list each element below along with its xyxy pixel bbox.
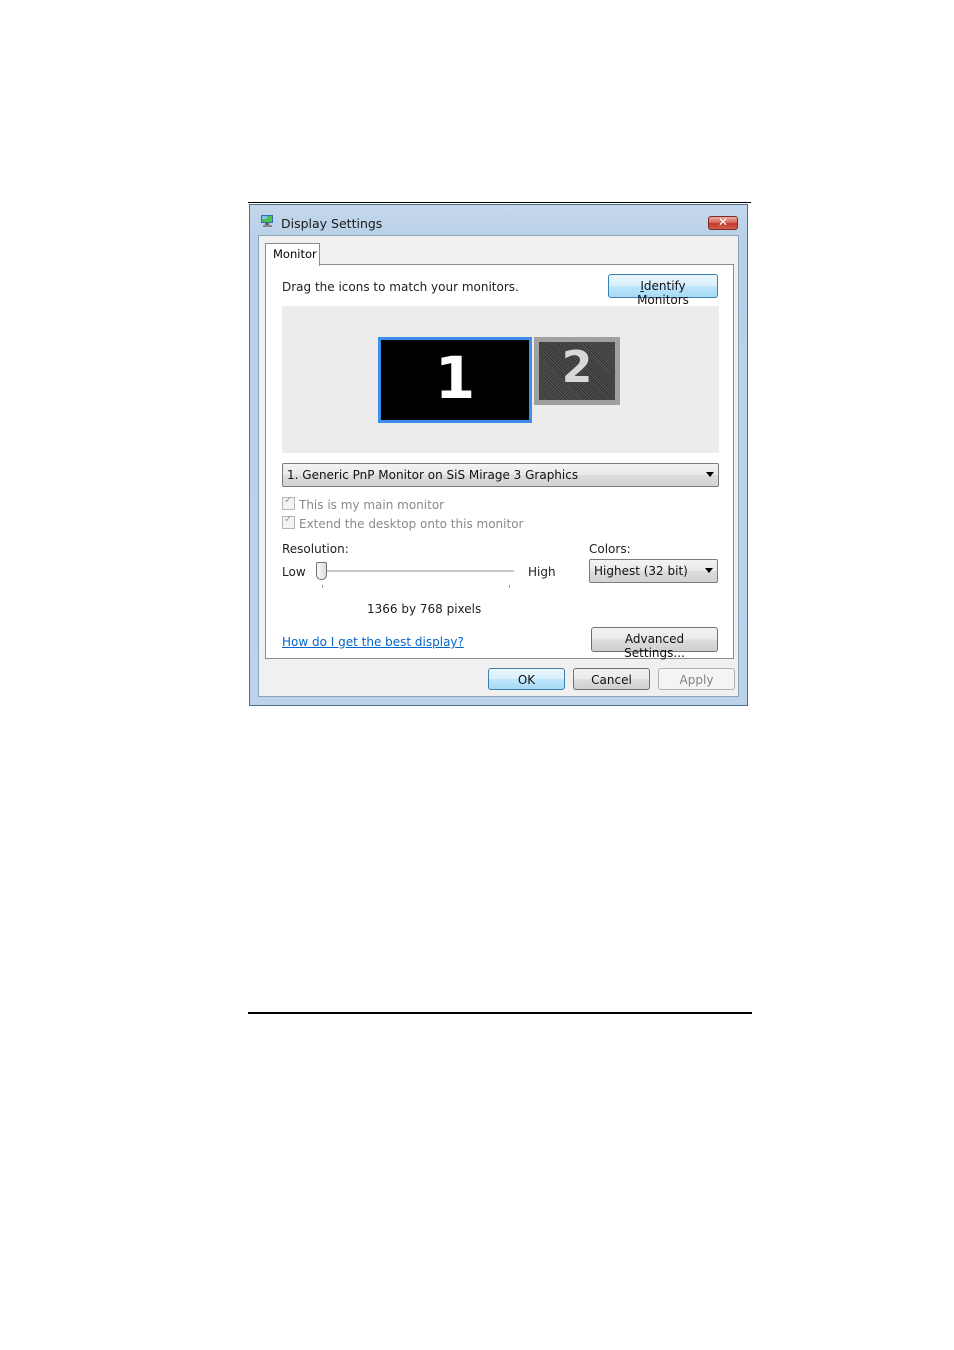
display-settings-icon	[261, 215, 273, 227]
checkbox-checked-icon	[282, 495, 295, 510]
slider-tick	[509, 585, 510, 588]
monitor-1-number: 1	[434, 344, 476, 412]
page-rule-bottom	[248, 1012, 752, 1014]
tab-monitor[interactable]: Monitor	[265, 243, 320, 266]
best-display-help-link[interactable]: How do I get the best display?	[282, 635, 464, 649]
resolution-value: 1366 by 768 pixels	[367, 602, 482, 616]
monitor-2-icon[interactable]: 2	[534, 337, 620, 405]
resolution-high-label: High	[528, 565, 556, 579]
checkbox-checked-icon	[282, 514, 295, 529]
resolution-label: Resolution:	[282, 542, 349, 556]
slider-tick	[322, 585, 323, 588]
main-monitor-checkbox[interactable]: This is my main monitor	[282, 495, 445, 512]
monitor-select-value: 1. Generic PnP Monitor on SiS Mirage 3 G…	[287, 468, 579, 482]
colors-select[interactable]: Highest (32 bit)	[589, 559, 718, 583]
monitor-arrangement-area: 1 2	[282, 306, 719, 453]
dialog-client-area: Monitor Drag the icons to match your mon…	[258, 235, 739, 697]
cancel-button[interactable]: Cancel	[573, 668, 650, 690]
main-monitor-label: This is my main monitor	[299, 498, 445, 512]
close-button[interactable]: ✕	[708, 215, 738, 230]
resolution-low-label: Low	[282, 565, 306, 579]
colors-select-value: Highest (32 bit)	[594, 564, 688, 578]
monitor-2-number: 2	[561, 342, 593, 393]
extend-desktop-checkbox[interactable]: Extend the desktop onto this monitor	[282, 514, 524, 531]
apply-button[interactable]: Apply	[658, 668, 735, 690]
monitor-select[interactable]: 1. Generic PnP Monitor on SiS Mirage 3 G…	[282, 463, 719, 487]
resolution-slider-thumb[interactable]	[316, 562, 327, 580]
drag-instruction: Drag the icons to match your monitors.	[282, 280, 519, 294]
monitor-tab-panel: Drag the icons to match your monitors. I…	[265, 264, 734, 660]
resolution-slider-track[interactable]	[322, 570, 514, 573]
chevron-down-icon	[706, 472, 714, 477]
advanced-settings-button[interactable]: Advanced Settings...	[591, 627, 718, 660]
page-rule-top	[248, 202, 751, 203]
display-settings-window: Display Settings ✕ Monitor Drag the icon…	[249, 204, 748, 706]
identify-monitors-button[interactable]: Identify Monitors	[608, 274, 718, 307]
identify-monitors-label: dentify Monitors	[637, 279, 689, 307]
chevron-down-icon	[705, 568, 713, 573]
ok-button[interactable]: OK	[488, 668, 565, 690]
close-icon: ✕	[717, 215, 729, 229]
colors-label: Colors:	[589, 542, 631, 556]
extend-desktop-label: Extend the desktop onto this monitor	[299, 517, 524, 531]
window-title: Display Settings	[281, 216, 383, 231]
monitor-1-icon[interactable]: 1	[378, 337, 532, 423]
title-bar[interactable]: Display Settings ✕	[250, 205, 747, 235]
